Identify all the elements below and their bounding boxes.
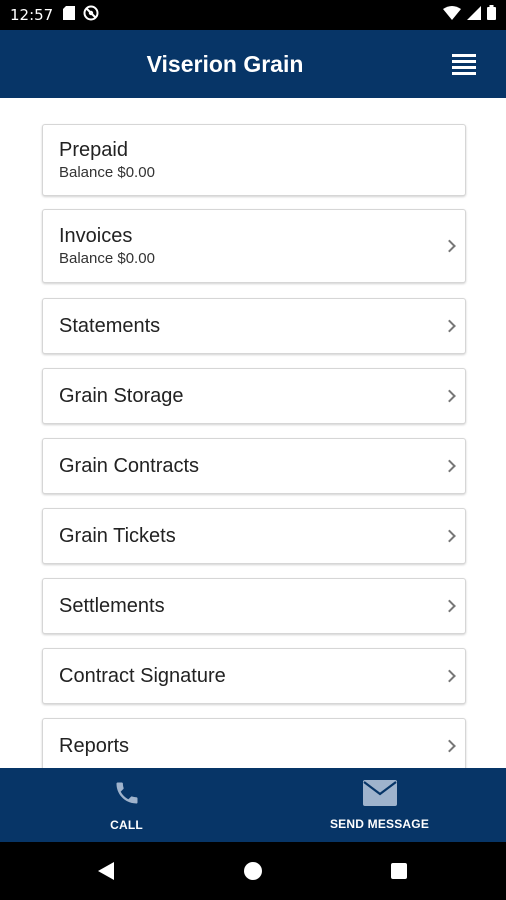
call-button[interactable]: CALL <box>0 768 253 842</box>
menu-item-label: Settlements <box>59 594 165 617</box>
menu-item-label: Statements <box>59 314 161 337</box>
do-not-disturb-icon <box>83 5 99 26</box>
menu-item-label: Grain Tickets <box>59 524 176 547</box>
menu-item-invoices[interactable]: Invoices Balance $0.00 <box>42 209 466 283</box>
menu-item-statements[interactable]: Statements <box>42 298 466 354</box>
system-nav-bar <box>0 842 506 900</box>
app-header: Viserion Grain <box>0 30 506 98</box>
balance-text: Balance $0.00 <box>59 250 155 267</box>
chevron-right-icon <box>443 389 456 403</box>
chevron-right-icon <box>443 739 456 753</box>
menu-item-contract-signature[interactable]: Contract Signature <box>42 648 466 704</box>
menu-item-reports[interactable]: Reports <box>42 718 466 768</box>
send-message-label: SEND MESSAGE <box>329 816 430 831</box>
wifi-icon <box>443 5 461 25</box>
menu-item-grain-storage[interactable]: Grain Storage <box>42 368 466 424</box>
menu-item-label: Invoices <box>59 225 133 247</box>
phone-icon <box>113 779 141 812</box>
menu-item-label: Contract Signature <box>59 664 226 687</box>
bottom-action-bar: CALL SEND MESSAGE <box>0 768 506 842</box>
status-bar: 12:57 <box>0 0 506 30</box>
send-message-button[interactable]: SEND MESSAGE <box>253 768 506 842</box>
chevron-right-icon <box>443 669 456 683</box>
menu-item-settlements[interactable]: Settlements <box>42 578 466 634</box>
recents-icon[interactable] <box>391 863 407 879</box>
hamburger-menu-icon[interactable] <box>452 54 476 75</box>
battery-icon <box>487 5 496 25</box>
chevron-right-icon <box>443 319 456 333</box>
chevron-right-icon <box>443 529 456 543</box>
call-label: CALL <box>110 817 143 832</box>
menu-item-label: Reports <box>59 734 130 757</box>
signal-icon <box>467 5 481 25</box>
home-icon[interactable] <box>244 862 262 880</box>
envelope-icon <box>362 779 397 811</box>
chevron-right-icon <box>443 239 456 253</box>
menu-item-label: Grain Storage <box>59 384 184 407</box>
app-title: Viserion Grain <box>146 50 304 77</box>
chevron-right-icon <box>443 459 456 473</box>
menu-item-grain-contracts[interactable]: Grain Contracts <box>42 438 466 494</box>
status-time: 12:57 <box>10 6 54 24</box>
menu-list: Prepaid Balance $0.00 Invoices Balance $… <box>0 98 506 768</box>
menu-item-label: Prepaid <box>59 139 128 161</box>
menu-item-grain-tickets[interactable]: Grain Tickets <box>42 508 466 564</box>
chevron-right-icon <box>443 599 456 613</box>
menu-item-label: Grain Contracts <box>59 454 200 477</box>
balance-text: Balance $0.00 <box>59 164 155 181</box>
sd-card-icon <box>63 5 76 25</box>
menu-item-prepaid[interactable]: Prepaid Balance $0.00 <box>42 124 466 196</box>
back-icon[interactable] <box>98 862 114 880</box>
